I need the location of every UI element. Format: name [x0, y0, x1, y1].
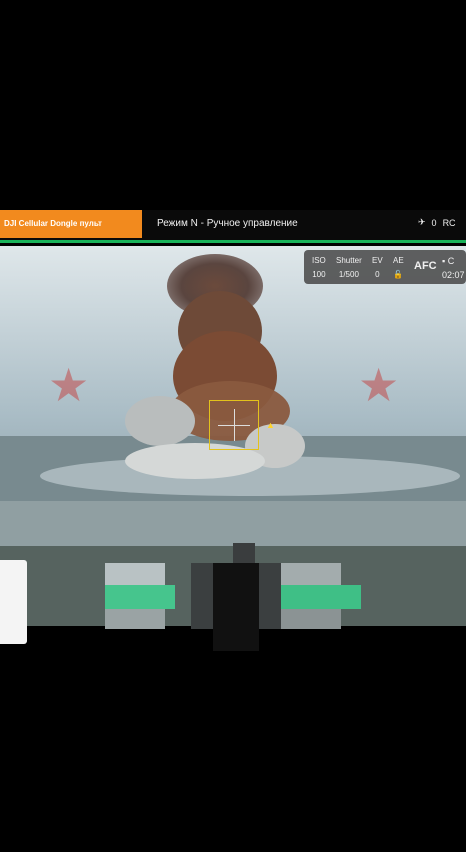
shutter-label: Shutter — [336, 256, 362, 265]
reticle-icon — [209, 400, 259, 450]
ev-value: 0 — [375, 270, 380, 279]
top-right-status: ✈ 0 RC — [418, 217, 456, 228]
ae-label: AE — [393, 256, 404, 265]
lock-icon: 🔓 — [393, 270, 404, 279]
side-panel[interactable] — [0, 560, 27, 644]
connection-badge[interactable]: DJI Cellular Dongle пульт — [0, 210, 142, 238]
signal-icon: ✈ — [418, 217, 426, 227]
iso-value: 100 — [312, 270, 326, 279]
camera-params-panel[interactable]: ISO 100 Shutter 1/500 EV 0 AE 🔓 AFC ▪ C … — [304, 250, 466, 284]
signal-value: 0 — [431, 217, 437, 228]
rc-label: RC — [442, 217, 456, 228]
red-star-icon: ★ — [358, 359, 399, 411]
ae-block: AE 🔓 — [393, 254, 404, 282]
ev-label: EV — [372, 256, 383, 265]
pixelated-overlay — [105, 543, 361, 651]
iso-block: ISO 100 — [312, 254, 326, 282]
focus-mode[interactable]: AFC — [414, 260, 437, 272]
flight-mode-label[interactable]: Режим N - Ручное управление — [157, 218, 298, 229]
red-star-icon: ★ — [48, 359, 89, 411]
ev-block: EV 0 — [372, 254, 383, 282]
timer-value: 02:07 — [442, 270, 465, 280]
iso-label: ISO — [312, 256, 326, 265]
target-marker-icon: ▲ — [266, 420, 275, 430]
record-info: ▪ C 02:07 — [442, 254, 465, 282]
sd-card-icon: ▪ — [442, 256, 446, 266]
shutter-value: 1/500 — [338, 270, 359, 279]
shutter-block: Shutter 1/500 — [336, 254, 362, 282]
record-label: C — [447, 256, 455, 266]
status-line — [0, 240, 466, 243]
